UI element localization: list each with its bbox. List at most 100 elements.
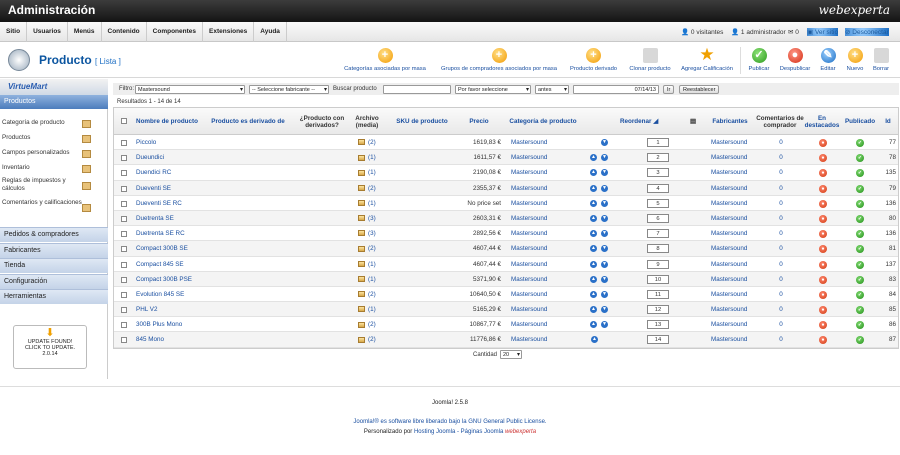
featured-toggle-icon[interactable]: ● xyxy=(819,306,827,315)
featured-toggle-icon[interactable]: ● xyxy=(819,154,827,163)
sidebar-item[interactable]: Campos personalizados xyxy=(2,149,86,157)
move-down-icon[interactable]: ▼ xyxy=(601,214,608,222)
col-name[interactable]: Nombre de producto xyxy=(132,108,202,135)
manufacturer-link[interactable]: Mastersound xyxy=(711,257,747,272)
reviews-count[interactable]: 0 xyxy=(776,287,786,302)
product-name-link[interactable]: Piccolo xyxy=(136,135,156,150)
media-link[interactable]: (1) xyxy=(358,196,376,211)
row-checkbox[interactable] xyxy=(121,215,127,222)
move-down-icon[interactable]: ▼ xyxy=(601,199,608,207)
menu-item[interactable]: Componentes xyxy=(147,22,203,42)
menu-item[interactable]: Sitio xyxy=(0,22,28,42)
published-check-icon[interactable]: ✓ xyxy=(856,306,864,315)
product-name-link[interactable]: PHL V2 xyxy=(136,302,157,317)
manufacturer-link[interactable]: Mastersound xyxy=(711,135,747,150)
row-checkbox[interactable] xyxy=(121,307,127,314)
featured-toggle-icon[interactable]: ● xyxy=(819,184,827,193)
featured-toggle-icon[interactable]: ● xyxy=(819,230,827,239)
row-checkbox[interactable] xyxy=(121,322,127,329)
media-link[interactable]: (1) xyxy=(358,257,376,272)
media-link[interactable]: (2) xyxy=(358,332,376,347)
reviews-count[interactable]: 0 xyxy=(776,302,786,317)
move-up-icon[interactable]: ▲ xyxy=(590,321,597,329)
category-link[interactable]: Mastersound xyxy=(511,317,547,332)
order-input[interactable]: 2 xyxy=(647,153,669,163)
reviews-count[interactable]: 0 xyxy=(776,196,786,211)
product-name-link[interactable]: Duetrenta SE RC xyxy=(136,226,185,241)
move-down-icon[interactable]: ▼ xyxy=(601,260,608,268)
category-link[interactable]: Mastersound xyxy=(511,196,547,211)
move-down-icon[interactable]: ▼ xyxy=(601,275,608,283)
joomla-link[interactable]: Joomla!® es software libre liberado bajo… xyxy=(353,419,466,425)
move-down-icon[interactable]: ▼ xyxy=(601,306,608,314)
search-input[interactable] xyxy=(383,85,451,94)
category-link[interactable]: Mastersound xyxy=(511,272,547,287)
published-check-icon[interactable]: ✓ xyxy=(856,184,864,193)
row-checkbox[interactable] xyxy=(121,261,127,268)
published-check-icon[interactable]: ✓ xyxy=(856,290,864,299)
featured-toggle-icon[interactable]: ● xyxy=(819,169,827,178)
order-input[interactable]: 3 xyxy=(647,168,669,178)
reviews-count[interactable]: 0 xyxy=(776,226,786,241)
sidebar-item[interactable]: Reglas de impuestos y cálculos xyxy=(2,177,86,193)
edit-button[interactable]: ✎ Editar xyxy=(816,46,840,72)
order-input[interactable]: 11 xyxy=(647,289,669,299)
row-checkbox[interactable] xyxy=(121,155,127,162)
select-all-checkbox[interactable] xyxy=(121,118,127,124)
category-link[interactable]: Mastersound xyxy=(511,287,547,302)
manufacturer-link[interactable]: Mastersound xyxy=(711,181,747,196)
media-link[interactable]: (3) xyxy=(358,211,376,226)
col-published[interactable]: Publicado xyxy=(842,108,878,135)
col-sku[interactable]: SKU de producto xyxy=(392,108,452,135)
view-site-link[interactable]: ▣ Ver sitio xyxy=(807,28,839,36)
order-input[interactable]: 8 xyxy=(647,244,669,254)
publish-button[interactable]: ✓ Publicar xyxy=(744,46,774,72)
featured-toggle-icon[interactable]: ● xyxy=(819,336,827,345)
product-name-link[interactable]: 845 Mono xyxy=(136,332,164,347)
col-derived-of[interactable]: Producto es derivado de xyxy=(206,108,290,135)
published-check-icon[interactable]: ✓ xyxy=(856,336,864,345)
reviews-count[interactable]: 0 xyxy=(776,272,786,287)
sidebar-item[interactable]: Categoría de producto xyxy=(2,119,86,127)
category-link[interactable]: Mastersound xyxy=(511,241,547,256)
published-check-icon[interactable]: ✓ xyxy=(856,260,864,269)
category-link[interactable]: Mastersound xyxy=(511,181,547,196)
move-down-icon[interactable]: ▼ xyxy=(601,154,608,162)
sidebar-section[interactable]: Tienda xyxy=(0,258,108,274)
manufacturer-link[interactable]: Mastersound xyxy=(711,302,747,317)
derived-button[interactable]: + Producto derivado xyxy=(566,46,621,72)
reviews-count[interactable]: 0 xyxy=(776,211,786,226)
col-id[interactable]: Id xyxy=(878,108,898,135)
featured-toggle-icon[interactable]: ● xyxy=(819,260,827,269)
category-link[interactable]: Mastersound xyxy=(511,135,547,150)
move-down-icon[interactable]: ▼ xyxy=(601,230,608,238)
media-link[interactable]: (1) xyxy=(358,165,376,180)
limit-select[interactable]: 20 xyxy=(500,350,522,359)
clone-button[interactable]: Clonar producto xyxy=(625,46,675,72)
gpl-link[interactable]: GNU General Public License. xyxy=(468,419,546,425)
manufacturer-link[interactable]: Mastersound xyxy=(711,211,747,226)
category-link[interactable]: Mastersound xyxy=(511,211,547,226)
product-name-link[interactable]: Dueventi SE RC xyxy=(136,196,182,211)
published-check-icon[interactable]: ✓ xyxy=(856,139,864,147)
cat-mass-button[interactable]: + Categorías asociadas por masa xyxy=(340,46,430,72)
row-checkbox[interactable] xyxy=(121,140,127,146)
col-reorder[interactable]: Reordenar ◢ xyxy=(614,108,664,135)
menu-item[interactable]: Menús xyxy=(68,22,102,42)
col-featured[interactable]: En destacados xyxy=(802,108,842,135)
move-down-icon[interactable]: ▼ xyxy=(601,321,608,329)
row-checkbox[interactable] xyxy=(121,185,127,192)
manufacturer-link[interactable]: Mastersound xyxy=(711,165,747,180)
featured-toggle-icon[interactable]: ● xyxy=(819,139,827,147)
move-up-icon[interactable]: ▲ xyxy=(590,214,597,222)
menu-item[interactable]: Contenido xyxy=(102,22,147,42)
move-down-icon[interactable]: ▼ xyxy=(601,184,608,192)
manufacturer-link[interactable]: Mastersound xyxy=(711,241,747,256)
save-order-icon[interactable]: ▤ xyxy=(686,108,700,135)
manufacturer-link[interactable]: Mastersound xyxy=(711,272,747,287)
product-name-link[interactable]: Dueventi SE xyxy=(136,181,171,196)
messages-count[interactable]: ✉ 0 xyxy=(788,28,799,36)
media-link[interactable]: (1) xyxy=(358,150,376,165)
reviews-count[interactable]: 0 xyxy=(776,181,786,196)
featured-toggle-icon[interactable]: ● xyxy=(819,275,827,284)
